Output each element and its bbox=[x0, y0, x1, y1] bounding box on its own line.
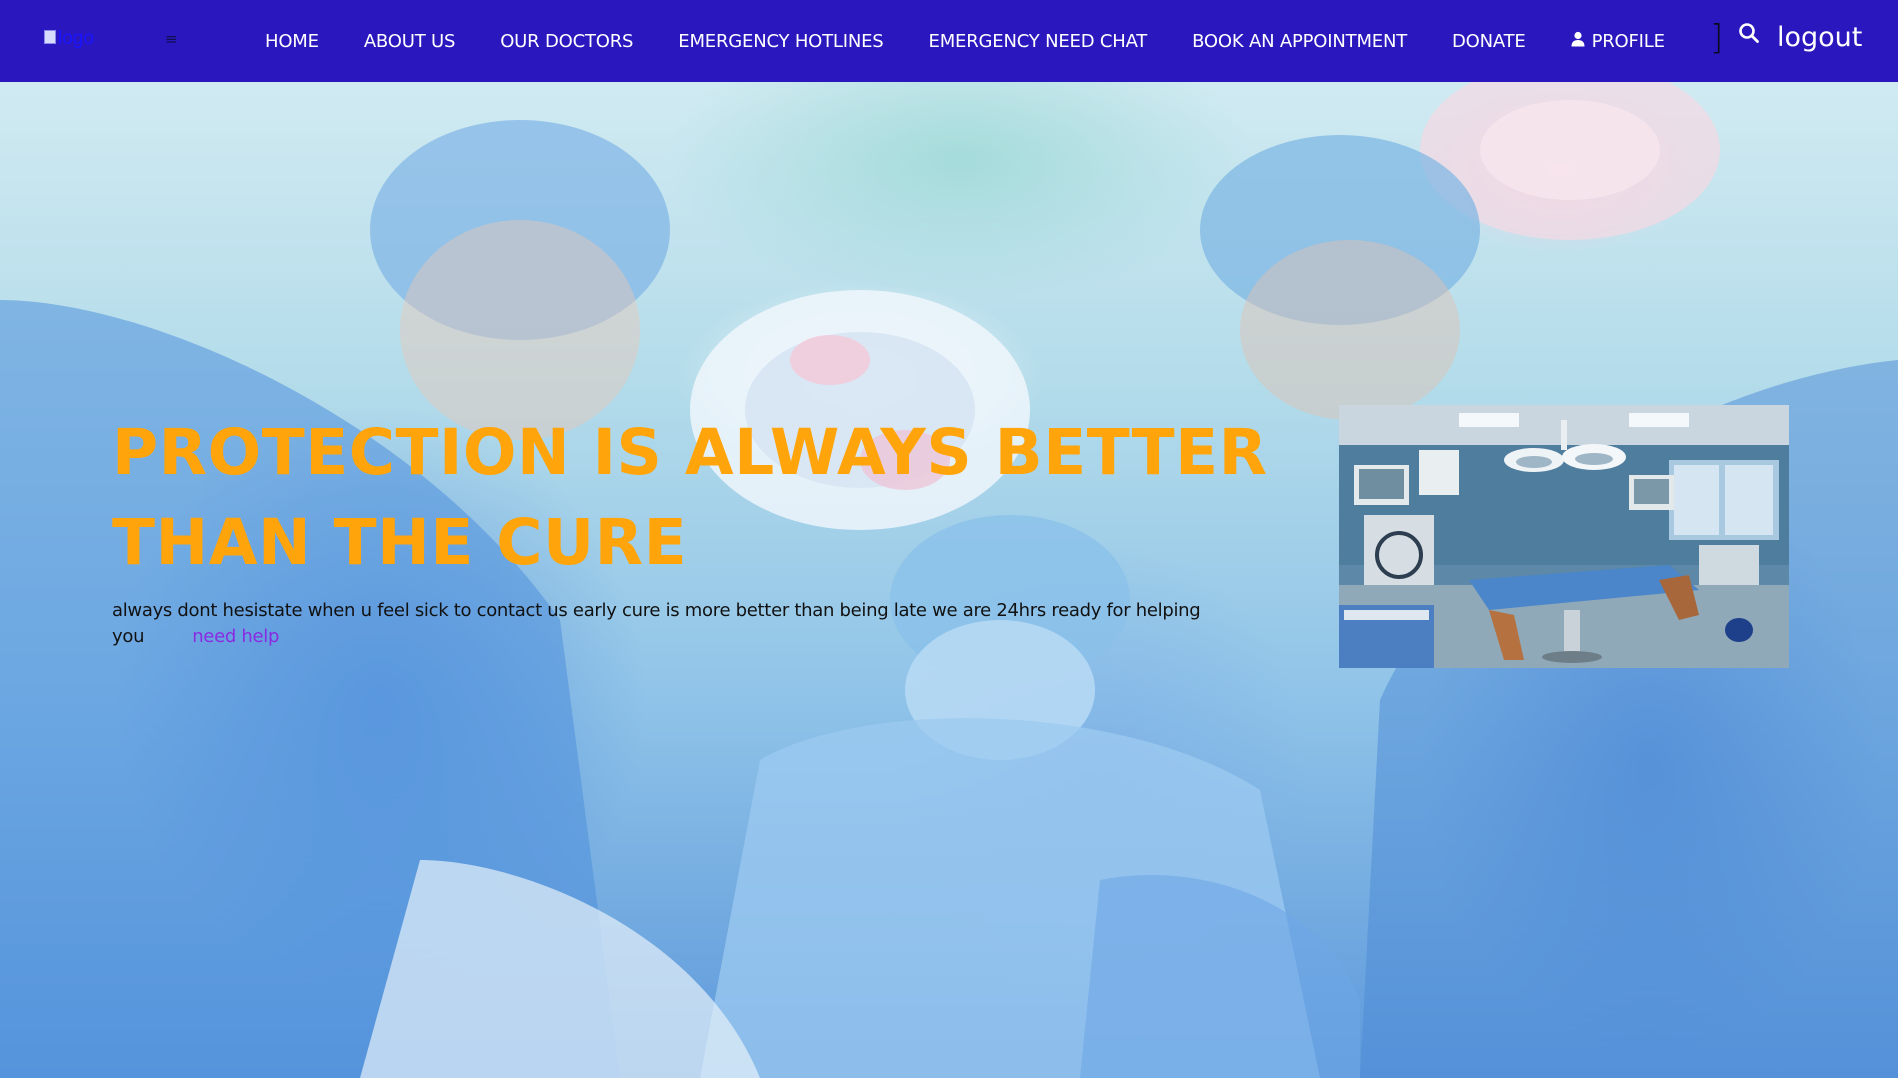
hero-headline: PROTECTION IS ALWAYS BETTER THAN THE CUR… bbox=[112, 416, 1268, 579]
logo-image[interactable]: logo bbox=[44, 28, 94, 50]
nav-link-home[interactable]: HOME bbox=[265, 31, 319, 52]
broken-image-icon bbox=[44, 30, 56, 44]
top-navbar: logo ≡ HOME ABOUT US OUR DOCTORS EMERGEN… bbox=[0, 0, 1898, 82]
need-help-link[interactable]: need help bbox=[192, 626, 279, 647]
nav-link-donate[interactable]: DONATE bbox=[1452, 31, 1526, 52]
nav-link-profile[interactable]: PROFILE bbox=[1571, 31, 1665, 52]
nav-link-our-doctors[interactable]: OUR DOCTORS bbox=[500, 31, 633, 52]
nav-link-emergency-hotlines[interactable]: EMERGENCY HOTLINES bbox=[678, 31, 883, 52]
logo-alt-text: logo bbox=[58, 28, 94, 49]
logout-link[interactable]: logout bbox=[1777, 22, 1862, 53]
hero-tagline: always dont hesistate when u feel sick t… bbox=[112, 598, 1292, 650]
nav-bracket: ] bbox=[1710, 18, 1724, 58]
operating-room-illustration bbox=[1339, 405, 1789, 668]
menu-toggle-icon[interactable]: ≡ bbox=[165, 30, 178, 48]
user-icon bbox=[1571, 31, 1585, 47]
search-icon[interactable] bbox=[1738, 22, 1760, 44]
profile-label: PROFILE bbox=[1591, 30, 1665, 52]
nav-link-about-us[interactable]: ABOUT US bbox=[364, 31, 456, 52]
operating-room-photo bbox=[1339, 405, 1789, 668]
nav-link-book-appointment[interactable]: BOOK AN APPOINTMENT bbox=[1192, 31, 1407, 52]
nav-links: HOME ABOUT US OUR DOCTORS EMERGENCY HOTL… bbox=[265, 0, 1665, 82]
nav-link-emergency-need-chat[interactable]: EMERGENCY NEED CHAT bbox=[929, 31, 1148, 52]
